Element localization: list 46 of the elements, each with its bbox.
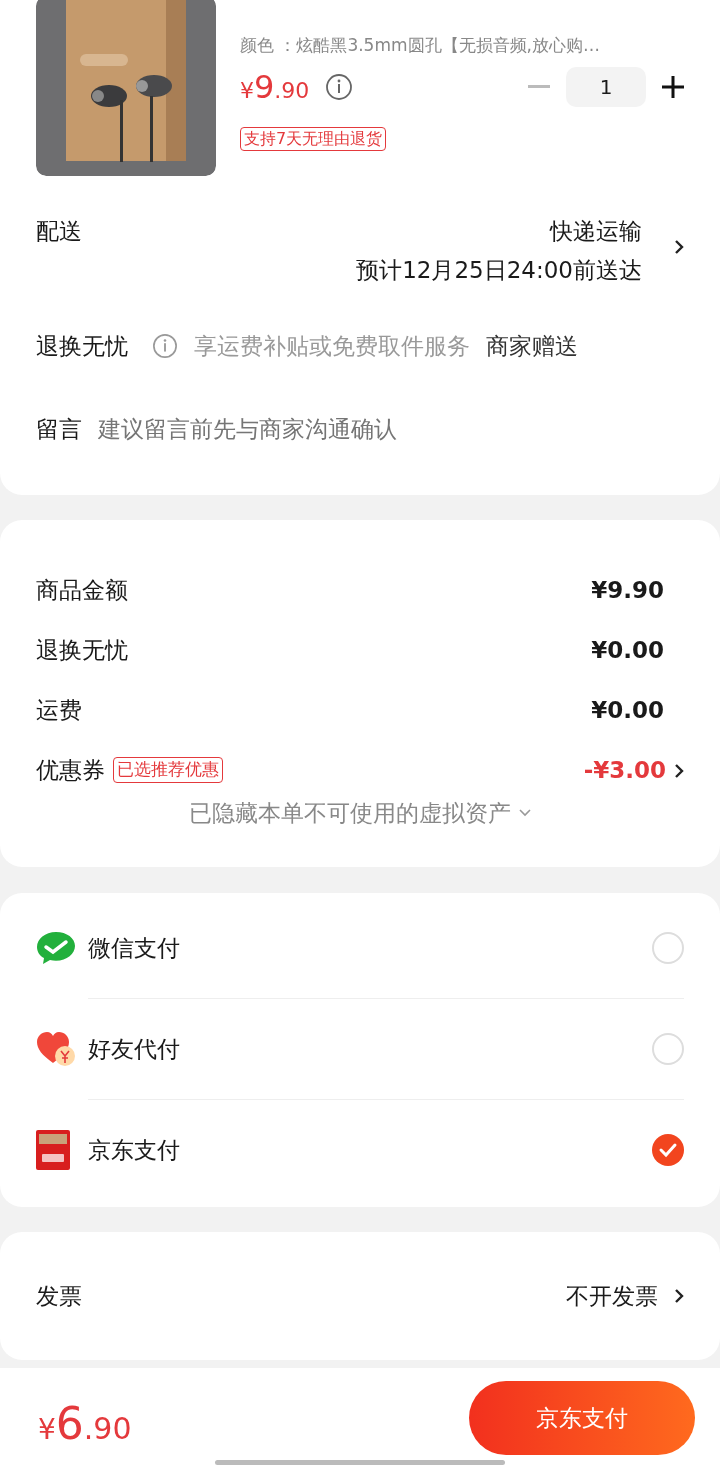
invoice-value[interactable]: 不开发票: [566, 1278, 658, 1314]
delivery-label: 配送: [36, 217, 82, 246]
summary-value: ¥0.00: [591, 635, 664, 665]
heart-coin-icon: [36, 1031, 76, 1067]
summary-label: 退换无忧: [36, 635, 128, 665]
summary-label: 商品金额: [36, 575, 128, 605]
product-price: ¥9.90: [240, 70, 310, 103]
chevron-right-icon: [674, 238, 684, 255]
chevron-down-icon: [519, 809, 531, 818]
message-field[interactable]: 建议留言前先与商家沟通确认: [98, 411, 684, 446]
payment-name: 好友代付: [88, 1034, 180, 1064]
payment-option[interactable]: 好友代付: [0, 999, 720, 1099]
payment-option[interactable]: 微信支付: [0, 898, 720, 998]
invoice-label: 发票: [36, 1281, 82, 1311]
payment-option[interactable]: 京东支付: [0, 1100, 720, 1200]
summary-value: -¥3.00: [583, 755, 666, 785]
pay-button[interactable]: 京东支付: [469, 1381, 695, 1455]
wallet-card-icon: [36, 1130, 70, 1170]
message-label: 留言: [36, 414, 82, 444]
summary-value: ¥0.00: [591, 695, 664, 725]
coupon-tag: 已选推荐优惠: [113, 757, 223, 783]
total-price: ¥6.90: [38, 1402, 132, 1446]
info-icon[interactable]: [152, 333, 178, 360]
chevron-right-icon: [674, 763, 684, 780]
product-spec: 颜色 ：炫酷黑3.5mm圆孔【无损音频,放心购…: [240, 34, 601, 57]
info-icon[interactable]: [325, 72, 354, 101]
returns-description: 享运费补贴或免费取件服务: [194, 332, 470, 361]
minus-icon[interactable]: [528, 84, 550, 89]
summary-value: ¥9.90: [591, 575, 664, 605]
unchecked-radio[interactable]: [652, 932, 684, 964]
return-policy-tag: 支持7天无理由退货: [240, 126, 387, 151]
summary-label: 优惠券: [36, 755, 105, 785]
plus-icon[interactable]: [662, 75, 684, 98]
unchecked-radio[interactable]: [652, 1033, 684, 1065]
checked-radio[interactable]: [652, 1134, 684, 1166]
payment-name: 京东支付: [88, 1135, 180, 1165]
returns-label: 退换无忧: [36, 332, 128, 361]
returns-note: 商家赠送: [486, 332, 578, 361]
hidden-assets-note[interactable]: 已隐藏本单不可使用的虚拟资产: [189, 796, 511, 831]
delivery-eta: 预计12月25日24:00前送达: [356, 255, 642, 285]
delivery-method[interactable]: 快递运输: [550, 214, 642, 249]
chat-bubble-icon: [36, 930, 76, 966]
quantity-field[interactable]: 1: [566, 66, 646, 107]
payment-name: 微信支付: [88, 933, 180, 963]
summary-label: 运费: [36, 695, 82, 725]
chevron-right-icon: [674, 1288, 684, 1304]
